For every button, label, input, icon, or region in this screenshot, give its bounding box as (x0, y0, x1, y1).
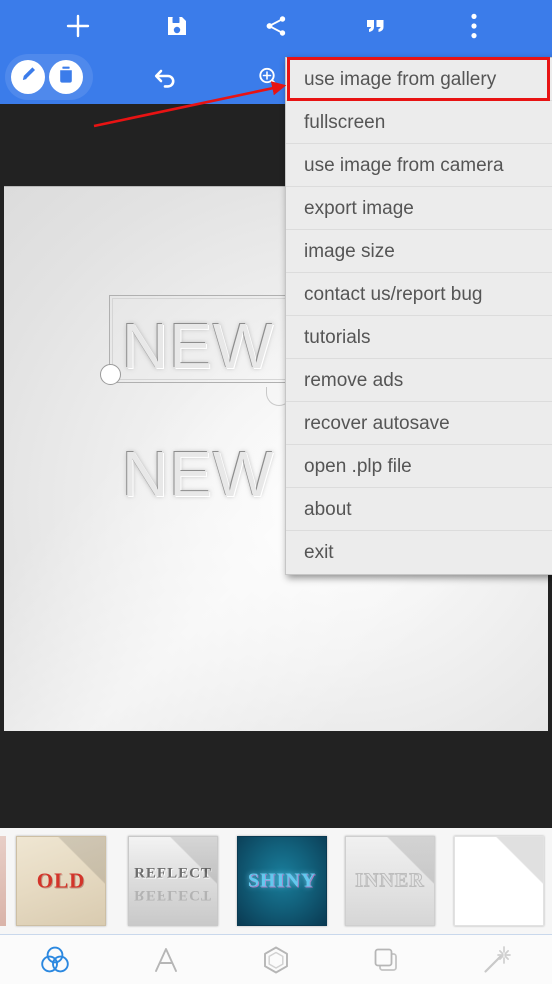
thumbnail-corner-fold (455, 837, 543, 925)
layers-stack-icon (369, 943, 403, 977)
pencil-edit-icon (18, 64, 39, 90)
menu-item-remove-ads[interactable]: remove ads (286, 359, 552, 402)
menu-item-exit[interactable]: exit (286, 531, 552, 574)
bottom-navigation-bar (0, 934, 552, 984)
plus-icon (65, 13, 91, 39)
edit-delete-button-group (5, 54, 93, 100)
thumbnail-inner[interactable]: INNER (345, 836, 435, 926)
nav-item-shapes[interactable] (221, 935, 331, 984)
thumbnail-reflect-label: REFLECT (134, 865, 212, 882)
hexagon-shape-icon (259, 943, 293, 977)
three-dots-vertical-icon (471, 13, 477, 39)
canvas-text-layer-2[interactable]: NEW (122, 437, 274, 511)
undo-arrow-icon (152, 66, 180, 90)
thumbnail-shiny-label: SHINY (247, 869, 317, 892)
thumbnail-reflect-mirror-label: REFLECT (134, 887, 212, 904)
edit-layer-button[interactable] (11, 60, 45, 94)
nav-item-magic[interactable] (442, 935, 552, 984)
nav-item-text[interactable] (110, 935, 220, 984)
toolbar-primary-row (0, 0, 552, 52)
thumbnail-blank[interactable] (454, 836, 544, 926)
magnifier-zoom-in-icon (256, 65, 282, 91)
menu-item-image-size[interactable]: image size (286, 230, 552, 273)
save-button[interactable] (151, 0, 203, 52)
menu-item-contact-us-report-bug[interactable]: contact us/report bug (286, 273, 552, 316)
menu-item-open-plp-file[interactable]: open .plp file (286, 445, 552, 488)
menu-item-use-image-from-gallery[interactable]: use image from gallery (286, 58, 552, 101)
share-icon (264, 14, 288, 38)
template-filmstrip[interactable]: OLD REFLECT REFLECT SHINY INNER (0, 828, 552, 934)
menu-item-fullscreen[interactable]: fullscreen (286, 101, 552, 144)
add-button[interactable] (52, 0, 104, 52)
undo-button[interactable] (140, 52, 192, 104)
menu-item-about[interactable]: about (286, 488, 552, 531)
letter-a-icon (149, 943, 183, 977)
quotation-mark-icon (363, 15, 387, 37)
share-button[interactable] (250, 0, 302, 52)
trash-delete-icon (56, 64, 76, 90)
thumbnail-old-label: OLD (36, 868, 86, 893)
thumbnail-shiny[interactable]: SHINY (237, 836, 327, 926)
magic-wand-icon (480, 943, 514, 977)
overlapping-circles-icon (38, 943, 72, 977)
thumbnail-inner-label: INNER (355, 869, 425, 892)
menu-item-export-image[interactable]: export image (286, 187, 552, 230)
menu-item-recover-autosave[interactable]: recover autosave (286, 402, 552, 445)
thumbnail-reflect[interactable]: REFLECT REFLECT (128, 836, 218, 926)
overflow-menu-button[interactable] (448, 0, 500, 52)
quote-button[interactable] (349, 0, 401, 52)
selection-resize-handle[interactable] (100, 364, 121, 385)
delete-layer-button[interactable] (49, 60, 83, 94)
thumbnail-old[interactable]: OLD (16, 836, 106, 926)
nav-item-layers[interactable] (331, 935, 441, 984)
overflow-dropdown-menu[interactable]: use image from gallery fullscreen use im… (285, 57, 552, 575)
thumbnail-partial-previous[interactable] (0, 836, 6, 926)
menu-item-tutorials[interactable]: tutorials (286, 316, 552, 359)
nav-item-effects[interactable] (0, 935, 110, 984)
save-floppy-icon (165, 14, 189, 38)
menu-item-use-image-from-camera[interactable]: use image from camera (286, 144, 552, 187)
